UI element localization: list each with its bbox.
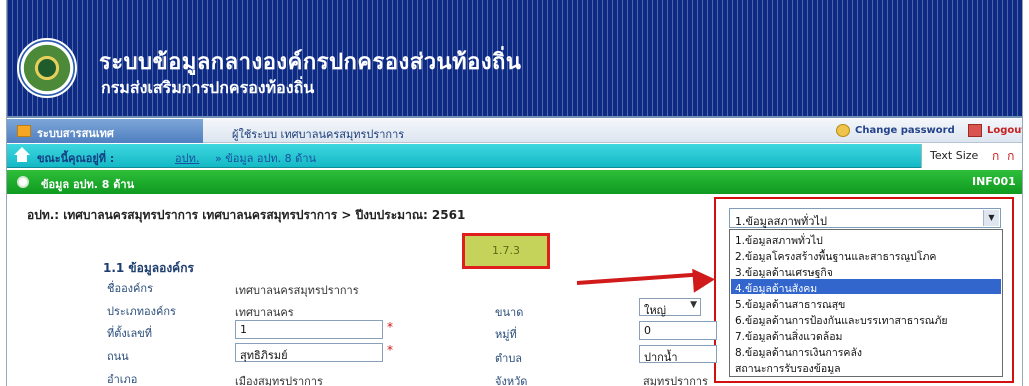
annotation-highlight-box	[714, 197, 1014, 383]
annotation-arrow-icon	[692, 267, 716, 293]
current-user-label: ผู้ใช้ระบบ เทศบาลนครสมุทรปราการ	[232, 128, 405, 141]
size-select-value: ใหญ่	[644, 304, 666, 317]
moo-input[interactable]: 0	[639, 321, 717, 340]
key-icon	[836, 124, 850, 137]
seal-center	[38, 59, 56, 77]
road-input[interactable]: สุทธิภิรมย์	[235, 343, 383, 362]
app-frame: ระบบข้อมูลกลางองค์กรปกครองส่วนท้องถิ่น ก…	[6, 0, 1023, 386]
org-name-value: เทศบาลนครสมุทรปราการ	[235, 284, 359, 297]
site-subtitle: กรมส่งเสริมการปกครองท้องถิ่น	[101, 78, 315, 97]
tab-information-system[interactable]: ระบบสารสนเทศ	[7, 119, 203, 143]
breadcrumb-item-dla[interactable]: อปท.	[175, 149, 199, 167]
org-type-label: ประเภทองค์กร	[107, 305, 176, 318]
site-title: ระบบข้อมูลกลางองค์กรปกครองส่วนท้องถิ่น	[99, 50, 522, 75]
size-label: ขนาด	[495, 306, 524, 319]
chevron-down-icon: ▼	[690, 300, 697, 310]
bullet-icon	[17, 176, 29, 188]
section-header-bar: ข้อมูล อปท. 8 ด้าน INF001	[7, 170, 1022, 194]
tambon-select[interactable]: ปากน้ำ	[639, 345, 717, 364]
org-fiscal-year-line: อปท.: เทศบาลนครสมุทรปราการ เทศบาลนครสมุท…	[27, 208, 466, 222]
org-name-label: ชื่อองค์กร	[107, 282, 153, 295]
road-label: ถนน	[107, 350, 129, 363]
home-icon-base	[17, 154, 27, 162]
system-menu-icon	[17, 125, 31, 137]
site-header: ระบบข้อมูลกลางองค์กรปกครองส่วนท้องถิ่น ก…	[7, 0, 1022, 118]
tambon-select-value: ปากน้ำ	[644, 351, 678, 364]
top-bar: ระบบสารสนเทศ ผู้ใช้ระบบ เทศบาลนครสมุทรปร…	[7, 119, 1022, 143]
tambon-label: ตำบล	[495, 352, 523, 365]
required-marker: *	[387, 320, 393, 334]
breadcrumb-item-8-aspects[interactable]: » ข้อมูล อปท. 8 ด้าน	[215, 149, 316, 167]
address-number-label: ที่ตั้งเลขที่	[107, 327, 153, 340]
annotation-badge: 1.7.3	[462, 233, 550, 269]
dla-seal-logo	[17, 38, 77, 98]
required-marker: *	[387, 343, 393, 357]
breadcrumb: ขณะนี้คุณอยู่ที่ : อปท. » ข้อมูล อปท. 8 …	[7, 144, 1022, 182]
size-select[interactable]: ใหญ่ ▼	[639, 298, 701, 317]
address-number-input[interactable]: 1	[235, 320, 383, 339]
change-password-link[interactable]: Change password	[855, 125, 955, 136]
tab-information-system-label: ระบบสารสนเทศ	[37, 127, 114, 140]
section-title: ข้อมูล อปท. 8 ด้าน	[41, 178, 135, 191]
province-label: จังหวัด	[495, 375, 528, 386]
logout-icon	[968, 124, 982, 137]
text-size-control: Text Size ก ก ก	[921, 144, 1022, 182]
amphoe-label: อำเภอ	[107, 373, 138, 386]
annotation-badge-text: 1.7.3	[492, 244, 520, 257]
annotation-arrow-shaft	[576, 272, 697, 285]
province-value: สมุทรปราการ	[643, 375, 708, 386]
form-code: INF001	[972, 175, 1016, 188]
breadcrumb-label: ขณะนี้คุณอยู่ที่ :	[37, 152, 115, 165]
amphoe-value: เมืองสมุทรปราการ	[235, 375, 323, 386]
logout-link[interactable]: Logout	[987, 125, 1022, 136]
org-info-section-title: 1.1 ข้อมูลองค์กร	[103, 261, 194, 275]
org-type-value: เทศบาลนคร	[235, 306, 294, 319]
moo-label: หมู่ที่	[495, 328, 517, 341]
text-size-label: Text Size	[930, 149, 979, 162]
